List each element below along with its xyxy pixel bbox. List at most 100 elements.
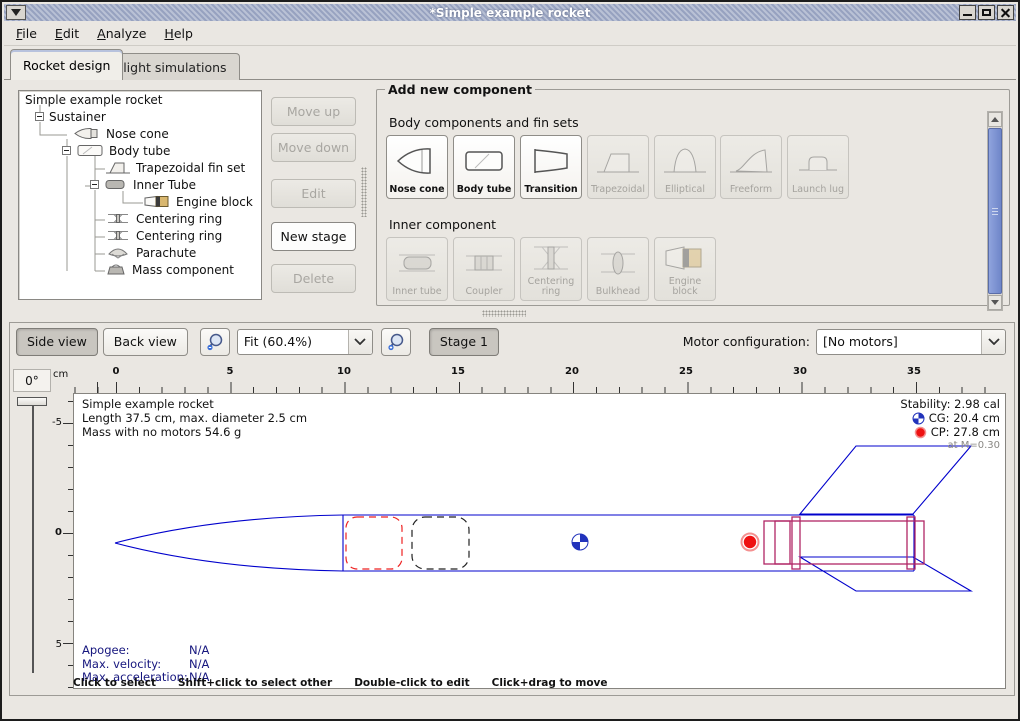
add-launch-lug-button[interactable]: Launch lug xyxy=(787,135,849,199)
centering-ring-icon xyxy=(528,238,574,277)
add-freeform-fin-button[interactable]: Freeform xyxy=(720,135,782,199)
move-down-button[interactable]: Move down xyxy=(271,133,356,162)
tree-item-mass-component[interactable]: Mass component xyxy=(19,261,261,278)
add-nose-cone-button[interactable]: Nose cone xyxy=(386,135,448,199)
body-tube-icon xyxy=(461,136,507,185)
rotation-slider[interactable] xyxy=(13,395,51,677)
window-title: *Simple example rocket xyxy=(4,6,1016,20)
launch-lug-icon xyxy=(795,136,841,185)
zoom-in-button[interactable] xyxy=(381,328,411,356)
coupler-icon xyxy=(461,238,507,287)
max-velocity-value: N/A xyxy=(189,658,209,672)
transition-icon xyxy=(528,136,574,185)
add-centering-ring-button[interactable]: Centering ring xyxy=(520,237,582,301)
view-toolbar: Side view Back view Fit (60.4%) Stage 1 … xyxy=(10,323,1014,360)
inner-tube-icon xyxy=(104,178,128,191)
add-new-component-group: Add new component Body components and fi… xyxy=(376,82,1010,306)
inner-component-label: Inner component xyxy=(389,217,496,232)
engine-block-icon xyxy=(143,195,171,208)
nose-cone-icon xyxy=(73,127,101,140)
cp-marker xyxy=(742,534,759,551)
ruler-unit-label: cm xyxy=(53,365,73,393)
chevron-down-icon[interactable] xyxy=(348,330,372,354)
mach-annotation: at M=0.30 xyxy=(900,439,1000,453)
add-elliptical-fin-button[interactable]: Elliptical xyxy=(654,135,716,199)
tree-item-inner-tube[interactable]: Inner Tube xyxy=(19,176,261,193)
menu-file[interactable]: File xyxy=(16,26,37,41)
interaction-hints: Click to select Shift+click to select ot… xyxy=(10,677,1014,693)
tab-bar: Flight simulations Rocket design xyxy=(4,46,1016,80)
zoom-level-combobox[interactable]: Fit (60.4%) xyxy=(237,329,373,355)
menu-help[interactable]: Help xyxy=(164,26,193,41)
rocket-figure-canvas[interactable]: Simple example rocket Length 37.5 cm, ma… xyxy=(73,393,1006,689)
add-trapezoidal-fin-button[interactable]: Trapezoidal xyxy=(587,135,649,199)
collapse-icon[interactable] xyxy=(62,146,71,155)
cg-icon xyxy=(912,412,925,425)
tree-item-body-tube[interactable]: Body tube xyxy=(19,142,261,159)
close-button[interactable] xyxy=(997,5,1014,20)
scrollbar-thumb[interactable] xyxy=(988,128,1002,294)
motor-configuration-value: [No motors] xyxy=(817,334,981,349)
add-engine-block-button[interactable]: Engine block xyxy=(654,237,716,301)
cp-value: CP: 27.8 cm xyxy=(931,425,1000,439)
scroll-down-icon[interactable] xyxy=(988,295,1002,310)
maximize-button[interactable] xyxy=(978,5,995,20)
tree-item-rocket[interactable]: Simple example rocket xyxy=(19,91,261,108)
component-tree[interactable]: Simple example rocket Sustainer Nose con… xyxy=(18,90,262,300)
motor-configuration-label: Motor configuration: xyxy=(683,334,810,349)
edit-button[interactable]: Edit xyxy=(271,179,356,208)
move-up-button[interactable]: Move up xyxy=(271,97,356,126)
delete-button[interactable]: Delete xyxy=(271,264,356,293)
parachute-icon xyxy=(105,246,131,259)
cg-marker xyxy=(572,534,588,550)
rocket-design-panel: Simple example rocket Sustainer Nose con… xyxy=(4,80,1016,320)
add-inner-tube-button[interactable]: Inner tube xyxy=(386,237,448,301)
vertical-splitter-handle[interactable] xyxy=(361,167,367,217)
tab-rocket-design[interactable]: Rocket design xyxy=(10,49,123,80)
add-bulkhead-button[interactable]: Bulkhead xyxy=(587,237,649,301)
tree-item-nose-cone[interactable]: Nose cone xyxy=(19,125,261,142)
cp-icon xyxy=(914,426,927,439)
new-stage-button[interactable]: New stage xyxy=(271,222,356,251)
add-body-tube-button[interactable]: Body tube xyxy=(453,135,515,199)
tree-item-parachute[interactable]: Parachute xyxy=(19,244,261,261)
tree-item-trapezoidal-fin-set[interactable]: Trapezoidal fin set xyxy=(19,159,261,176)
tab-flight-simulations[interactable]: Flight simulations xyxy=(103,53,240,80)
rotation-slider-thumb[interactable] xyxy=(17,397,47,406)
chevron-down-icon[interactable] xyxy=(981,330,1005,354)
menu-analyze[interactable]: Analyze xyxy=(97,26,146,41)
bulkhead-icon xyxy=(595,238,641,287)
collapse-icon[interactable] xyxy=(35,112,44,121)
title-bar[interactable]: *Simple example rocket xyxy=(4,4,1016,21)
component-panel-scrollbar[interactable] xyxy=(987,111,1003,311)
zoom-out-button[interactable] xyxy=(200,328,230,356)
vertical-ruler: -5 0 5 xyxy=(53,393,73,689)
horizontal-ruler: 0 5 10 15 20 25 30 35 xyxy=(73,365,1006,393)
stage-1-toggle[interactable]: Stage 1 xyxy=(429,328,499,356)
centering-ring-icon xyxy=(105,229,131,242)
scroll-up-icon[interactable] xyxy=(988,112,1002,127)
collapse-icon[interactable] xyxy=(90,180,99,189)
add-coupler-button[interactable]: Coupler xyxy=(453,237,515,301)
minimize-button[interactable] xyxy=(959,5,976,20)
inner-tube-icon xyxy=(394,238,440,287)
tree-item-engine-block[interactable]: Engine block xyxy=(19,193,261,210)
menu-bar: File Edit Analyze Help xyxy=(4,21,1016,46)
rotation-angle-field[interactable]: 0° xyxy=(13,369,51,392)
freeform-fin-icon xyxy=(728,136,774,185)
horizontal-splitter-handle[interactable] xyxy=(482,310,526,317)
stability-block: Stability: 2.98 cal CG: 20.4 cm CP: 27.8… xyxy=(900,397,1000,453)
tree-item-sustainer[interactable]: Sustainer xyxy=(19,108,261,125)
group-title: Add new component xyxy=(385,82,535,97)
rocket-view-pane: Side view Back view Fit (60.4%) Stage 1 … xyxy=(9,322,1015,696)
back-view-button[interactable]: Back view xyxy=(103,328,188,356)
menu-edit[interactable]: Edit xyxy=(55,26,79,41)
rocket-info-block: Simple example rocket Length 37.5 cm, ma… xyxy=(82,397,307,439)
side-view-button[interactable]: Side view xyxy=(16,328,98,356)
cg-value: CG: 20.4 cm xyxy=(929,411,1000,425)
trapezoidal-fin-icon xyxy=(105,161,131,174)
tree-item-centering-ring-2[interactable]: Centering ring xyxy=(19,227,261,244)
add-transition-button[interactable]: Transition xyxy=(520,135,582,199)
motor-configuration-combobox[interactable]: [No motors] xyxy=(816,329,1006,355)
tree-item-centering-ring-1[interactable]: Centering ring xyxy=(19,210,261,227)
